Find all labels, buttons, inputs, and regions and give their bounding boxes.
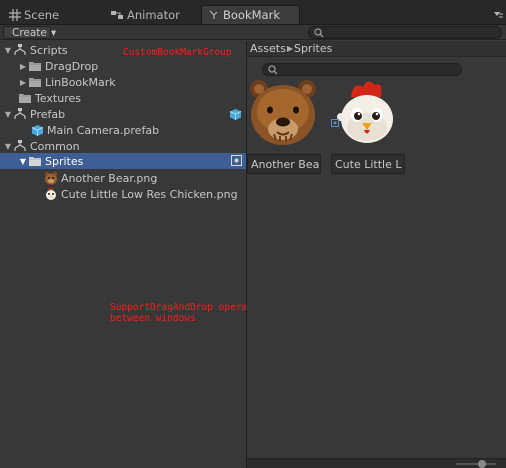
bookmark-icon [209,10,218,19]
collapse-arrow-icon[interactable]: ▶ [18,78,28,87]
expand-arrow-icon[interactable]: ▼ [3,110,13,119]
tab-animator[interactable]: Animator [104,5,199,24]
toolbar: Create ▾ [0,25,506,40]
asset-badge-icon [331,117,339,130]
tree-item-label: Scripts [30,43,68,57]
asset-name: Another Bear [247,154,321,174]
tab-bar: Scene Animator BookMark [0,0,506,25]
tree-item-label: Common [30,139,80,153]
asset-browser: Assets ▶ Sprites Another Bear Cute Littl… [247,41,506,468]
prefab-cube-icon [31,124,44,137]
tree-item-prefab[interactable]: ▼ Prefab [0,106,246,122]
expand-arrow-icon[interactable]: ▼ [18,157,28,166]
thumbnail-size-slider-knob[interactable] [478,460,486,468]
breadcrumb: Assets ▶ Sprites [247,41,506,57]
bookmark-group-icon [13,140,27,152]
breadcrumb-arrow-icon: ▶ [286,44,293,53]
bookmark-tree: ▼ Scripts ▶ DragDrop ▶ LinBookMark Textu… [0,41,246,468]
tree-item-main-camera[interactable]: Main Camera.prefab [0,122,246,138]
asset-search-input[interactable] [262,63,462,76]
custom-group-annotation: CustomBookMarkGroup [123,47,232,58]
grid-icon [9,8,21,21]
bookmark-group-icon [13,108,27,120]
bear-sprite-icon [44,171,58,185]
dropdown-caret-icon: ▾ [50,26,57,39]
tree-item-label: LinBookMark [45,75,116,89]
bear-sprite-thumbnail [250,80,316,145]
ping-icon[interactable] [231,155,242,169]
expand-arrow-icon[interactable]: ▼ [3,142,13,151]
tab-scene-label: Scene [24,7,60,22]
folder-icon [28,156,42,167]
asset-name: Cute Little L [331,154,405,174]
tree-item-label: Cute Little Low Res Chicken.png [61,187,238,201]
tree-item-linbookmark[interactable]: ▶ LinBookMark [0,74,246,90]
tree-item-sprites[interactable]: ▼ Sprites [0,153,246,169]
collapse-arrow-icon[interactable]: ▶ [18,62,28,71]
folder-icon [28,77,42,88]
create-button[interactable]: Create ▾ [3,26,56,39]
browser-status-bar [247,458,506,468]
search-icon [314,28,324,38]
folder-icon [28,61,42,72]
breadcrumb-assets[interactable]: Assets [250,42,286,55]
thumbnail-size-slider[interactable] [456,463,496,465]
tree-item-label: Main Camera.prefab [47,123,160,137]
tree-item-chicken[interactable]: Cute Little Low Res Chicken.png [0,186,246,202]
tab-menu-icon[interactable] [493,9,503,22]
create-button-label: Create [12,26,47,39]
breadcrumb-sprites[interactable]: Sprites [294,42,332,55]
chicken-sprite-thumbnail [337,81,393,143]
tab-bookmark-label: BookMark [223,8,280,22]
bookmark-group-icon [13,44,27,56]
tree-item-dragdrop[interactable]: ▶ DragDrop [0,58,246,74]
search-icon [268,65,278,75]
tree-item-another-bear[interactable]: Another Bear.png [0,170,246,186]
tab-bookmark[interactable]: BookMark [201,5,300,24]
search-input[interactable] [308,26,502,39]
chicken-sprite-icon [44,187,58,201]
asset-tile-chicken[interactable]: Cute Little L [331,77,405,177]
tree-item-label: Textures [35,91,81,105]
folder-icon [18,93,32,104]
tree-item-common[interactable]: ▼ Common [0,138,246,154]
tree-item-textures[interactable]: Textures [0,90,246,106]
tree-item-label: Prefab [30,107,66,121]
animator-icon [111,10,123,19]
asset-tile-bear[interactable]: Another Bear [247,77,321,177]
tab-animator-label: Animator [127,7,180,22]
tree-item-label: Sprites [45,154,84,168]
tree-item-label: DragDrop [45,59,99,73]
tree-item-label: Another Bear.png [61,171,158,185]
tab-scene[interactable]: Scene [3,5,98,24]
expand-arrow-icon[interactable]: ▼ [3,46,13,55]
